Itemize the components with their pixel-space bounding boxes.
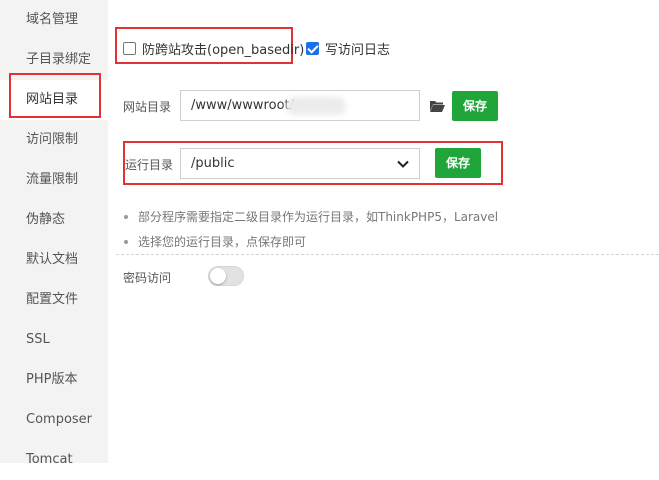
folder-open-icon[interactable] bbox=[429, 99, 445, 113]
access-log-label: 写访问日志 bbox=[325, 43, 391, 58]
run-dir-save-button[interactable]: 保存 bbox=[435, 148, 481, 178]
sidebar-item-default-doc[interactable]: 默认文档 bbox=[0, 240, 108, 280]
site-dir-value: /www/wwwroot/ bbox=[191, 98, 294, 113]
sidebar-item-rewrite[interactable]: 伪静态 bbox=[0, 200, 108, 240]
run-dir-selected-value: /public bbox=[191, 156, 235, 171]
access-log-checkbox[interactable] bbox=[306, 42, 319, 55]
sidebar-item-tomcat[interactable]: Tomcat bbox=[0, 440, 108, 480]
site-dir-save-button[interactable]: 保存 bbox=[452, 91, 498, 121]
password-access-toggle[interactable] bbox=[208, 266, 244, 286]
sidebar-item-domain[interactable]: 域名管理 bbox=[0, 0, 108, 40]
anti-xss-label: 防跨站攻击(open_basedir) bbox=[142, 43, 305, 58]
sidebar-item-config-file[interactable]: 配置文件 bbox=[0, 280, 108, 320]
password-access-label: 密码访问 bbox=[123, 271, 172, 285]
sidebar-item-php-version[interactable]: PHP版本 bbox=[0, 360, 108, 400]
bullet-icon bbox=[124, 214, 128, 219]
sidebar: 域名管理 子目录绑定 网站目录 访问限制 流量限制 伪静态 默认文档 配置文件 … bbox=[0, 0, 108, 467]
toggle-knob bbox=[210, 268, 226, 284]
sidebar-item-traffic-limit[interactable]: 流量限制 bbox=[0, 160, 108, 200]
anti-xss-checkbox[interactable] bbox=[123, 42, 136, 55]
anti-xss-option[interactable]: 防跨站攻击(open_basedir) bbox=[123, 39, 304, 58]
site-dir-label: 网站目录 bbox=[123, 100, 172, 114]
divider bbox=[116, 254, 659, 255]
sidebar-item-composer[interactable]: Composer bbox=[0, 400, 108, 440]
sidebar-item-access-limit[interactable]: 访问限制 bbox=[0, 120, 108, 160]
run-dir-label: 运行目录 bbox=[125, 158, 174, 172]
access-log-option[interactable]: 写访问日志 bbox=[306, 39, 390, 58]
tip-item: 选择您的运行目录，点保存即可 bbox=[124, 233, 306, 250]
sidebar-item-ssl[interactable]: SSL bbox=[0, 320, 108, 360]
bullet-icon bbox=[124, 239, 128, 244]
chevron-down-icon bbox=[397, 160, 409, 168]
run-dir-select[interactable]: /public bbox=[180, 148, 420, 179]
highlight-box-sidebar bbox=[9, 73, 101, 118]
tip-item: 部分程序需要指定二级目录作为运行目录，如ThinkPHP5，Laravel bbox=[124, 208, 498, 225]
redacted-path bbox=[286, 97, 346, 115]
